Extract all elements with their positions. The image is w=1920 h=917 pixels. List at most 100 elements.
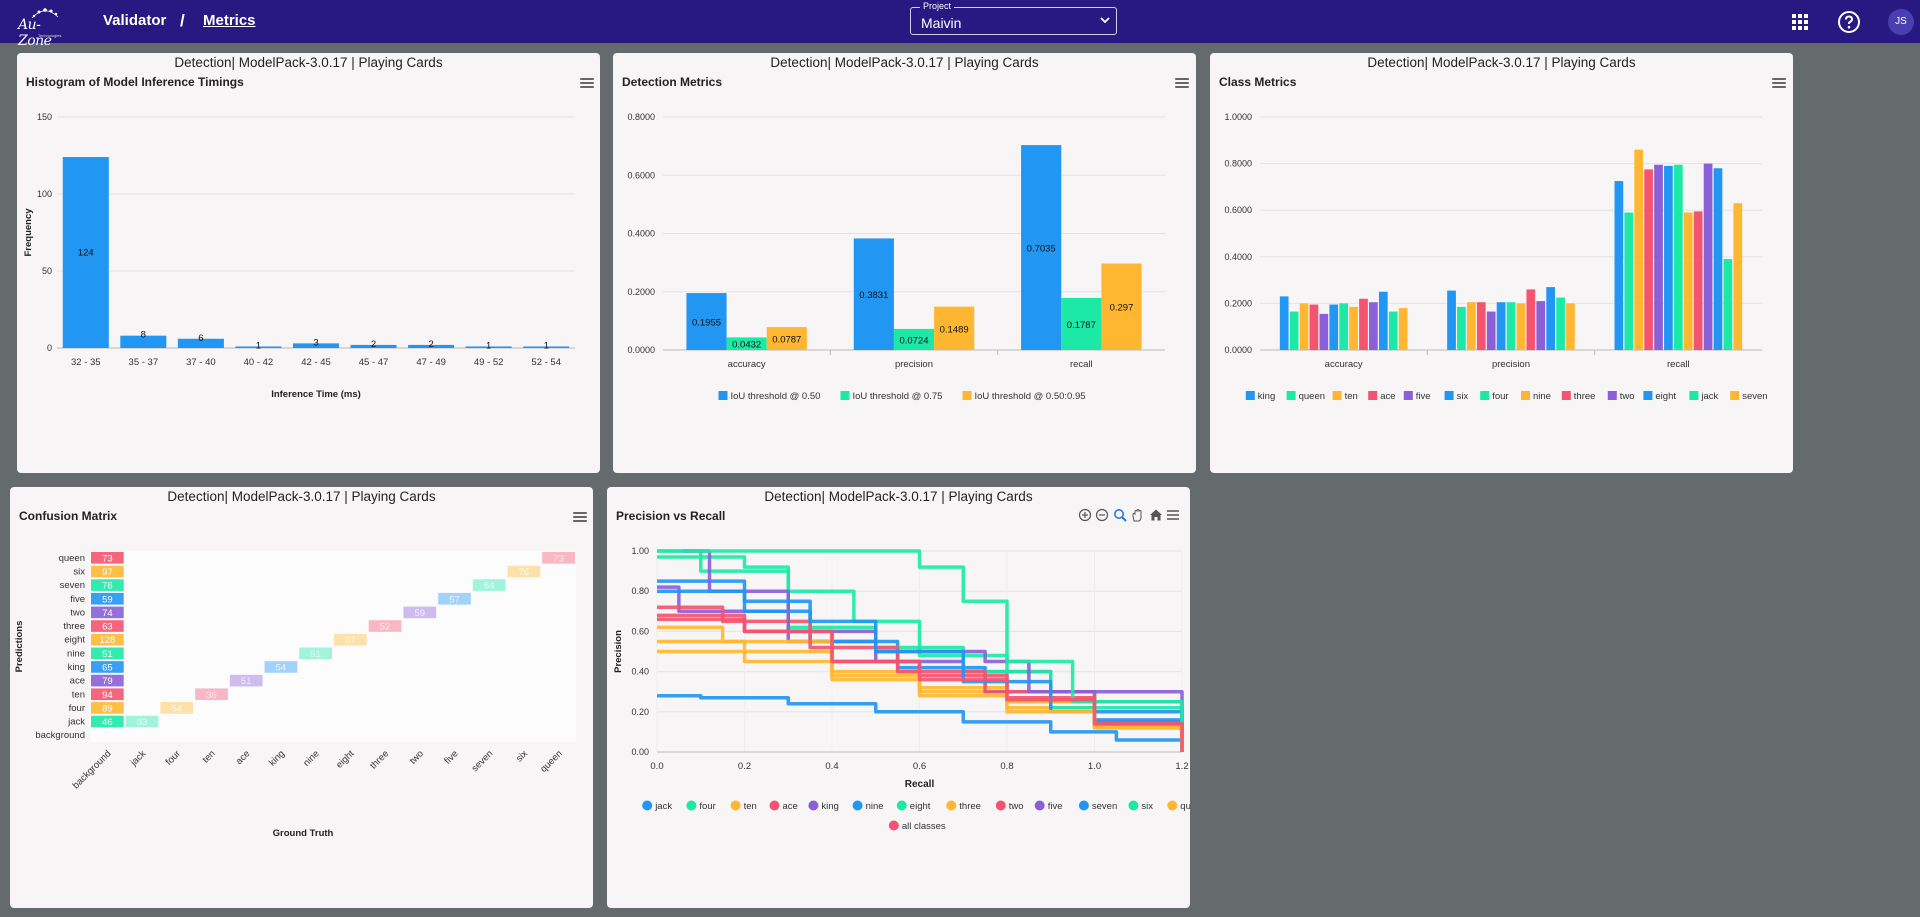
bar-seven xyxy=(1733,203,1743,350)
bar-eight xyxy=(1378,291,1388,350)
y-tick-label: six xyxy=(73,566,85,577)
legend-item-label: IoU threshold @ 0.50:0.95 xyxy=(975,391,1086,402)
bar-five xyxy=(1319,313,1329,350)
project-select-label: Project xyxy=(920,1,955,11)
legend-item-label: three xyxy=(959,801,981,812)
heatmap-cell-value: 76 xyxy=(519,567,530,578)
x-tick-label: 45 - 47 xyxy=(359,357,389,368)
y-tick-label: 0.2000 xyxy=(1224,298,1252,308)
x-tick-label: ten xyxy=(200,748,217,765)
bar-value-label: 1 xyxy=(544,340,549,351)
legend-swatch xyxy=(1643,391,1653,400)
confusion-matrix-card: Detection| ModelPack-3.0.17 | Playing Ca… xyxy=(10,487,593,908)
apps-grid-icon[interactable] xyxy=(1788,10,1812,34)
legend-swatch xyxy=(1332,391,1342,400)
heatmap-cell-value: 74 xyxy=(102,608,113,619)
heatmap-cell-value: 54 xyxy=(276,662,287,673)
y-tick-label: 1.0000 xyxy=(1224,112,1252,122)
x-tick-label: precision xyxy=(1492,359,1530,370)
bar-value-label: 6 xyxy=(198,333,203,344)
breadcrumb-validator[interactable]: Validator xyxy=(103,12,166,29)
legend-item-label: jack xyxy=(654,801,672,812)
y-tick-label: 150 xyxy=(37,112,52,122)
bar-ace xyxy=(1309,304,1319,350)
bar-ten xyxy=(1466,302,1476,350)
y-tick-label: 0.00 xyxy=(631,747,649,757)
y-tick-label: three xyxy=(63,621,85,632)
legend-swatch xyxy=(1689,391,1699,400)
legend-item-label: nine xyxy=(866,801,884,812)
x-tick-label: 0.0 xyxy=(650,761,663,772)
heatmap-cell-value: 97 xyxy=(102,567,113,578)
bar-value-label: 2 xyxy=(371,339,376,350)
x-tick-label: eight xyxy=(334,748,357,771)
legend-swatch xyxy=(995,800,1006,811)
legend-item-label: ten xyxy=(744,801,757,812)
y-tick-label: 0.0000 xyxy=(627,345,655,355)
class-metrics-card: Detection| ModelPack-3.0.17 | Playing Ca… xyxy=(1210,53,1793,473)
bar-value-label: 0.1489 xyxy=(940,324,969,335)
y-tick-label: 0.20 xyxy=(631,707,649,717)
legend-item-label: eight xyxy=(910,801,931,812)
bar-value-label: 0.0787 xyxy=(772,335,801,346)
bar-king xyxy=(1279,296,1289,350)
y-tick-label: 0.4000 xyxy=(1224,252,1252,262)
user-avatar[interactable]: JS xyxy=(1888,9,1914,35)
au-zone-logo[interactable]: Au-Zone Technologies xyxy=(16,6,72,49)
bar-eight xyxy=(1713,168,1723,350)
legend-item-label: three xyxy=(1574,391,1596,402)
x-tick-label: 0.6 xyxy=(913,761,926,772)
bar-seven xyxy=(1566,303,1575,350)
legend-swatch xyxy=(1521,391,1530,400)
legend-item-label: all classes xyxy=(902,821,946,832)
x-tick-label: jack xyxy=(128,748,149,769)
bar-three xyxy=(1693,211,1703,350)
bar-ten xyxy=(1299,303,1309,350)
x-tick-label: 42 - 45 xyxy=(301,357,331,368)
y-tick-label: 0.6000 xyxy=(1224,205,1252,215)
legend-item-label: four xyxy=(1492,391,1508,402)
class-metrics-chart: 0.0000 0.2000 0.4000 0.6000 0.8000 1.0000 accu… xyxy=(1224,112,1767,402)
bar-nine xyxy=(1349,306,1358,350)
legend-swatch xyxy=(1403,391,1413,400)
heatmap-cell-value: 36 xyxy=(206,690,217,701)
heatmap-cell-value: 67 xyxy=(345,635,356,646)
y-tick-label: 0.4000 xyxy=(627,229,655,239)
bar-five xyxy=(1486,311,1496,350)
heatmap-cell-value: 51 xyxy=(241,676,252,687)
heatmap-cell-value: 52 xyxy=(380,622,391,633)
legend-swatch xyxy=(1078,800,1089,811)
legend-item-label: two xyxy=(1620,391,1635,402)
legend-swatch xyxy=(1730,391,1740,400)
x-tick-label: 1.2 xyxy=(1175,761,1188,772)
breadcrumb-separator: / xyxy=(180,11,185,30)
heatmap-cell-value: 73 xyxy=(102,553,113,564)
project-select[interactable]: Project Maivin xyxy=(910,1,1117,35)
bar-ten xyxy=(1634,149,1644,350)
legend-item-label: five xyxy=(1048,801,1063,812)
x-tick-label: precision xyxy=(895,359,933,370)
y-tick-label: jack xyxy=(67,717,85,728)
legend-swatch xyxy=(1286,391,1296,400)
x-tick-label: two xyxy=(408,748,426,766)
breadcrumb-metrics[interactable]: Metrics xyxy=(203,12,256,29)
bar-value-label: 1 xyxy=(256,340,261,351)
y-tick-label: ten xyxy=(72,689,85,700)
bar-value-label: 1 xyxy=(486,340,491,351)
x-tick-label: ace xyxy=(234,748,253,767)
heatmap-cell-value: 54 xyxy=(171,703,182,714)
legend-item-label: five xyxy=(1416,391,1431,402)
legend-item-label: four xyxy=(699,801,715,812)
help-icon[interactable] xyxy=(1837,10,1861,34)
bar-three xyxy=(1359,298,1368,350)
bar-six xyxy=(1496,302,1506,350)
heatmap-cell-value: 76 xyxy=(102,581,113,592)
legend-item-label: eight xyxy=(1655,391,1676,402)
bar-value-label: 0.1787 xyxy=(1067,320,1096,331)
y-tick-label: 0.0000 xyxy=(1224,345,1252,355)
legend-item-label: queen xyxy=(1180,801,1190,812)
bar-four xyxy=(1506,302,1516,350)
legend-item-label: ten xyxy=(1345,391,1358,402)
bar-nine xyxy=(1683,212,1693,350)
legend-swatch xyxy=(808,800,819,811)
